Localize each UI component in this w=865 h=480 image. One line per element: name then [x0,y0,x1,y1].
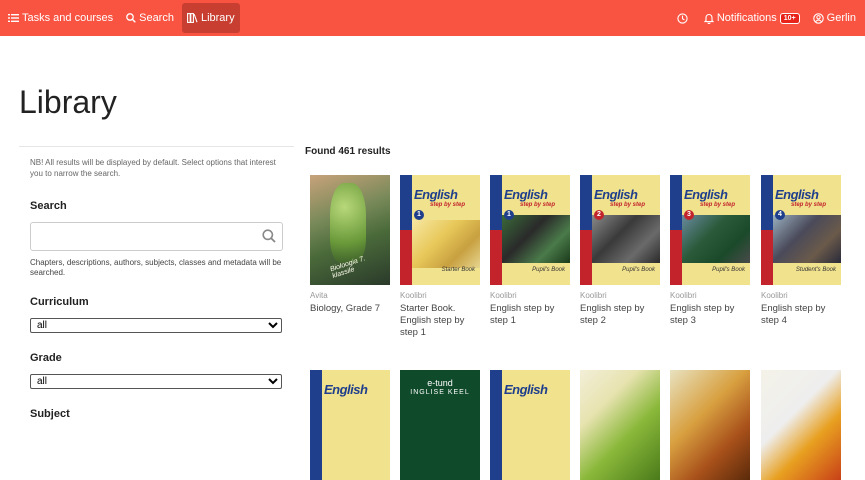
book-card[interactable]: English [490,370,570,480]
cover-book-name: Starter Book [441,267,475,273]
nav-library[interactable]: Library [181,3,240,33]
book-publisher: Koolibri [761,291,788,300]
cover-subtitle: step by step [610,202,646,208]
book-title[interactable]: Starter Book. English step by step 1 [400,303,480,339]
book-cover[interactable]: English step by step 1 Starter Book [400,175,480,285]
cover-subtitle: step by step [700,202,736,208]
search-hint: Chapters, descriptions, authors, subject… [30,258,282,277]
cover-number: 4 [775,210,785,220]
nav-search[interactable]: Search [121,3,179,33]
clock-icon [677,12,688,24]
results-count: Found 461 results [305,146,391,157]
cover-title: English [504,187,548,202]
book-title[interactable]: English step by step 1 [490,303,570,327]
book-cover[interactable]: English step by step 1 Pupil's Book [490,175,570,285]
book-card[interactable] [580,370,660,480]
notifications-count-badge: 10+ [779,12,800,24]
book-cover[interactable]: e-tund INGLISE KEEL [400,370,480,480]
filter-panel: NB! All results will be displayed by def… [19,146,294,420]
book-publisher: Koolibri [400,291,427,300]
nav-search-label: Search [139,12,174,24]
cover-number: 2 [594,210,604,220]
cover-subtitle: INGLISE KEEL [410,389,470,396]
book-card[interactable]: English step by step 3 Pupil's Book Kool… [670,175,750,327]
notifications-button[interactable]: Notifications 10+ [699,3,805,33]
book-card[interactable]: Bioloogia 7. klassile Avita Biology, Gra… [310,175,390,315]
book-cover[interactable]: Bioloogia 7. klassile [310,175,390,285]
cover-title: e-tund [427,378,453,388]
book-title[interactable]: Biology, Grade 7 [310,303,390,315]
curriculum-select[interactable]: all [30,318,282,333]
book-cover[interactable] [580,370,660,480]
book-cover[interactable] [761,370,841,480]
nav-tasks-and-courses[interactable]: Tasks and courses [3,3,118,33]
nav-library-label: Library [200,12,235,24]
book-cover[interactable]: English step by step 2 Pupil's Book [580,175,660,285]
book-card[interactable] [761,370,841,480]
book-publisher: Avita [310,291,328,300]
cover-title: English [775,187,819,202]
filter-note: NB! All results will be displayed by def… [30,158,276,178]
cover-book-name: Pupil's Book [532,267,565,273]
search-label: Search [30,200,67,212]
search-icon [126,13,136,23]
search-field [30,222,283,251]
list-icon [8,14,19,22]
book-title[interactable]: English step by step 4 [761,303,841,327]
book-card[interactable]: English step by step 1 Starter Book Kool… [400,175,480,339]
cover-book-name: Pupil's Book [712,267,745,273]
book-card[interactable]: e-tund INGLISE KEEL [400,370,480,480]
history-button[interactable] [672,3,696,33]
cover-title: English [414,187,458,202]
book-publisher: Koolibri [580,291,607,300]
library-search-input[interactable] [31,223,251,250]
book-cover[interactable]: English [310,370,390,480]
user-name: Gerlin [826,12,856,24]
cover-number: 3 [684,210,694,220]
curriculum-label: Curriculum [30,296,89,308]
cover-number: 1 [414,210,424,220]
user-menu[interactable]: Gerlin [808,3,861,33]
book-cover[interactable]: English step by step 3 Pupil's Book [670,175,750,285]
page-title: Library [19,84,117,120]
cover-book-name: Pupil's Book [622,267,655,273]
book-title[interactable]: English step by step 3 [670,303,750,327]
cover-book-name: Student's Book [795,267,836,273]
book-card[interactable]: English step by step 4 Student's Book Ko… [761,175,841,327]
book-publisher: Koolibri [490,291,517,300]
cover-subtitle: step by step [430,202,466,208]
grade-select[interactable]: all [30,374,282,389]
cover-number: 1 [504,210,514,220]
cover-title: English [684,187,728,202]
book-cover[interactable]: English step by step 4 Student's Book [761,175,841,285]
book-card[interactable]: English [310,370,390,480]
book-title[interactable]: English step by step 2 [580,303,660,327]
book-cover[interactable] [670,370,750,480]
books-icon [187,13,198,23]
book-publisher: Koolibri [670,291,697,300]
book-cover[interactable]: English [490,370,570,480]
book-card[interactable] [670,370,750,480]
search-icon[interactable] [262,229,276,243]
bell-icon [703,13,714,24]
cover-title: English [594,187,638,202]
cover-title: English [504,382,548,397]
cover-title: English [324,382,368,397]
notifications-label: Notifications [716,12,777,24]
subject-label: Subject [30,408,70,420]
grade-label: Grade [30,352,62,364]
book-card[interactable]: English step by step 1 Pupil's Book Kool… [490,175,570,327]
user-icon [812,12,824,24]
cover-subtitle: step by step [791,202,827,208]
book-card[interactable]: English step by step 2 Pupil's Book Kool… [580,175,660,327]
nav-tasks-label: Tasks and courses [22,12,114,24]
top-navigation-bar: Tasks and courses Search Library Notific… [0,0,865,36]
cover-subtitle: step by step [520,202,556,208]
